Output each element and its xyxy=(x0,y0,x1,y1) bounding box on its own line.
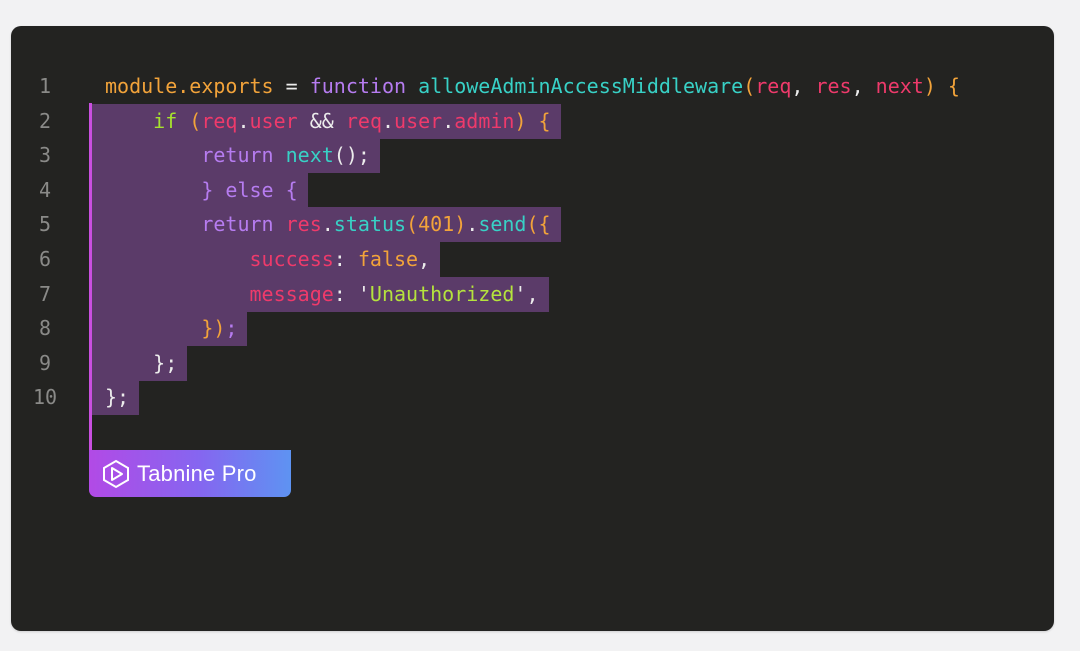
code-text: }); xyxy=(92,311,248,347)
code-line[interactable]: 3 return next(); xyxy=(11,138,1054,174)
code-token: Unauthorized xyxy=(369,281,515,306)
code-token: ( xyxy=(743,74,756,98)
code-token: . xyxy=(321,212,334,237)
code-line[interactable]: 7 message: 'Unauthorized', xyxy=(11,276,1054,312)
line-number: 7 xyxy=(38,281,52,306)
line-number: 9 xyxy=(38,350,52,375)
code-token: return xyxy=(105,143,286,168)
code-line[interactable]: 9 }; xyxy=(11,345,1054,381)
line-number: 6 xyxy=(38,247,52,271)
code-token: = xyxy=(273,74,310,98)
code-token: next xyxy=(285,143,334,168)
code-text: } else { xyxy=(92,172,308,208)
code-line[interactable]: 1 module.exports = function alloweAdminAc… xyxy=(11,69,1054,104)
code-token: ' xyxy=(514,281,527,306)
code-line[interactable]: 10}; xyxy=(11,380,1054,416)
code-text: if (req.user && req.user.admin) { xyxy=(92,103,561,139)
code-token: user xyxy=(249,108,298,133)
code-token: next xyxy=(875,74,924,98)
code-token: alloweAdminAccessMiddleware xyxy=(418,74,744,98)
code-token: message xyxy=(105,281,334,306)
code-token: ) { xyxy=(923,74,960,98)
code-text: return res.status(401).send({ xyxy=(92,207,561,243)
code-token: send xyxy=(478,212,527,237)
line-number: 4 xyxy=(38,177,52,202)
code-token: res xyxy=(285,212,322,237)
code-token: admin xyxy=(454,108,515,133)
line-number: 3 xyxy=(38,143,52,168)
code-token: ({ xyxy=(526,212,551,237)
code-token: , xyxy=(851,74,876,98)
code-token: false xyxy=(357,247,419,271)
code-line[interactable]: 6 success: false, xyxy=(11,242,1054,277)
code-text: return next(); xyxy=(92,138,380,174)
line-number: 2 xyxy=(38,108,52,133)
code-text: }; xyxy=(92,380,140,416)
code-token: function xyxy=(309,74,419,98)
code-token: , xyxy=(791,74,816,98)
code-token: res xyxy=(815,74,852,98)
tabnine-pro-badge[interactable]: Tabnine Pro xyxy=(89,450,291,497)
code-token: (); xyxy=(333,143,370,168)
code-token: ( xyxy=(189,108,202,133)
line-number: 5 xyxy=(38,212,52,237)
code-token: , xyxy=(526,281,539,306)
code-token: return xyxy=(105,212,286,237)
code-token: }; xyxy=(105,350,178,375)
code-token: : xyxy=(333,281,358,306)
code-token: req xyxy=(345,108,382,133)
code-token: module.exports xyxy=(105,74,274,98)
code-token: ( xyxy=(406,212,419,237)
code-text: message: 'Unauthorized', xyxy=(92,276,549,312)
code-text: module.exports = function alloweAdminAcc… xyxy=(105,69,970,104)
code-token: && xyxy=(297,108,346,133)
code-token: user xyxy=(394,108,443,133)
code-token: } else { xyxy=(105,177,298,202)
badge-label: Tabnine Pro xyxy=(137,460,257,486)
code-token: : xyxy=(333,247,358,271)
code-token: }) xyxy=(105,316,226,341)
code-token: req xyxy=(755,74,792,98)
line-number: 1 xyxy=(38,74,52,98)
code-text: }; xyxy=(92,345,188,381)
code-token: ) xyxy=(454,212,467,237)
tabnine-logo-icon xyxy=(103,459,129,488)
code-token: 401 xyxy=(418,212,455,237)
code-token: req xyxy=(201,108,238,133)
code-area[interactable]: 1 module.exports = function alloweAdminAc… xyxy=(11,26,1054,631)
code-token: if xyxy=(105,108,190,133)
code-token: . xyxy=(381,108,395,133)
code-line[interactable]: 8 }); xyxy=(11,311,1054,347)
code-token: ; xyxy=(225,316,238,341)
code-token: success xyxy=(105,247,334,271)
code-line[interactable]: 2 if (req.user && req.user.admin) { xyxy=(11,103,1054,139)
line-number: 8 xyxy=(38,316,52,341)
code-token: ) { xyxy=(514,108,551,133)
code-line[interactable]: 5 return res.status(401).send({ xyxy=(11,207,1054,243)
code-token: . xyxy=(466,212,479,237)
code-token: ' xyxy=(357,281,370,306)
code-token: }; xyxy=(105,385,130,410)
code-token: , xyxy=(418,247,431,271)
code-editor: 1 module.exports = function alloweAdminAc… xyxy=(11,26,1054,631)
code-line[interactable]: 4 } else { xyxy=(11,172,1054,208)
code-token: . xyxy=(442,108,455,133)
code-token: . xyxy=(237,108,250,133)
code-text: success: false, xyxy=(92,242,441,277)
code-token: status xyxy=(333,212,407,237)
line-number: 10 xyxy=(32,385,58,410)
